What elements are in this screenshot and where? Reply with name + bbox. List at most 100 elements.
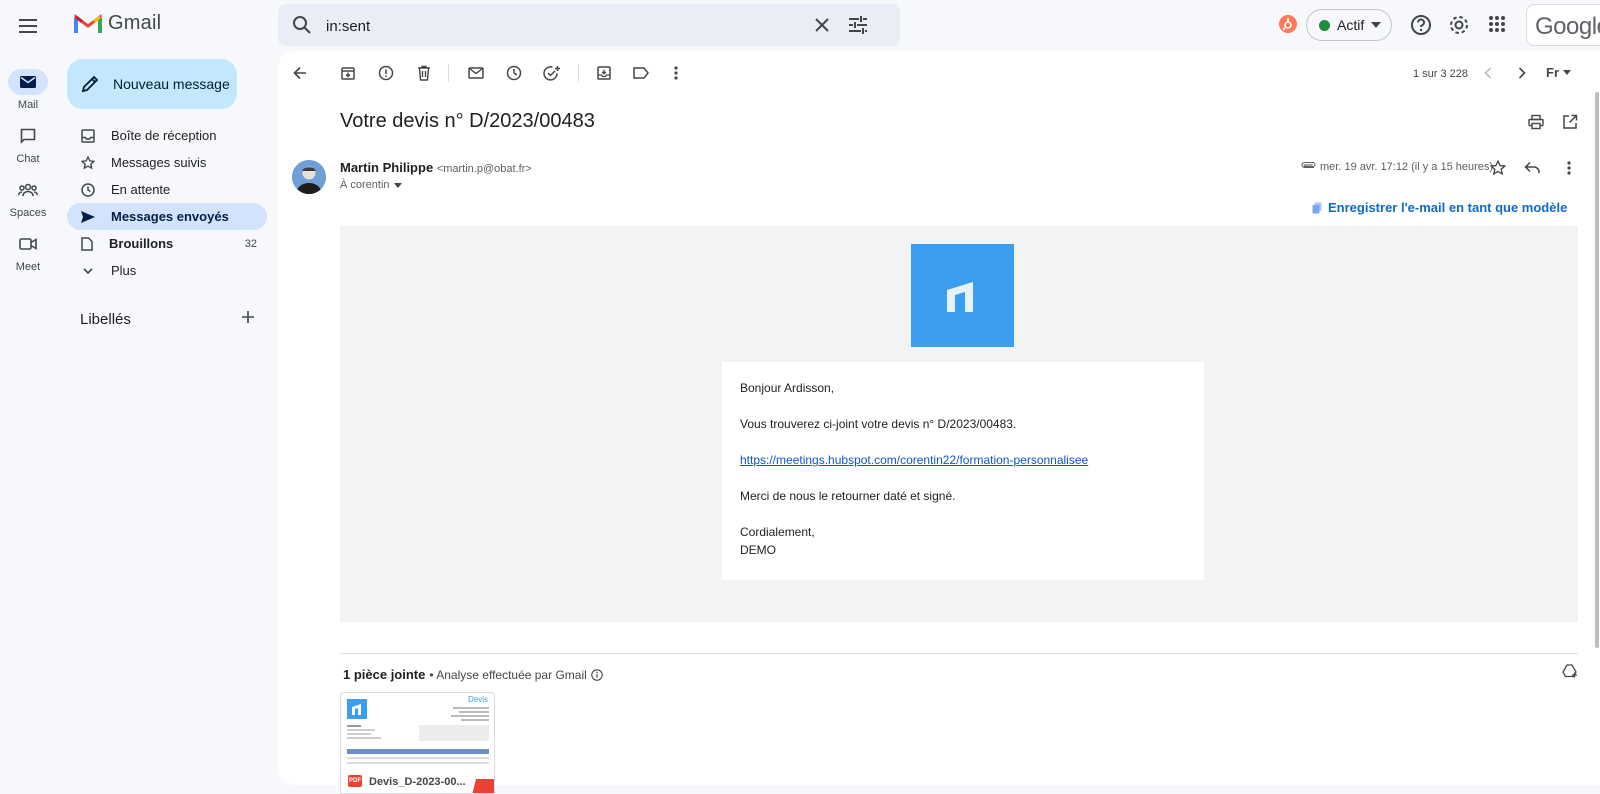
- sender-avatar[interactable]: [292, 160, 326, 194]
- settings-gear-icon[interactable]: [1448, 14, 1470, 36]
- closing-text: Cordialement,: [740, 525, 815, 539]
- rail-spaces-label: Spaces: [9, 207, 47, 219]
- attachments-divider: [340, 653, 1578, 654]
- signature-text: DEMO: [740, 543, 776, 557]
- nav-sent[interactable]: Messages envoyés: [67, 203, 267, 230]
- email-message-card: Bonjour Ardisson, Vous trouverez ci-join…: [722, 362, 1204, 580]
- pencil-icon: [81, 75, 99, 93]
- gmail-logo[interactable]: Gmail: [74, 12, 161, 35]
- open-in-new-window-icon[interactable]: [1562, 114, 1578, 130]
- scan-note: • Analyse effectuée par Gmail: [429, 667, 587, 682]
- booking-link[interactable]: https://meetings.hubspot.com/corentin22/…: [740, 453, 1088, 467]
- delete-trash-icon[interactable]: [413, 62, 435, 84]
- add-label-plus-icon[interactable]: [241, 310, 255, 324]
- compose-button[interactable]: Nouveau message: [67, 59, 237, 109]
- rail-spaces[interactable]: Spaces: [6, 177, 50, 219]
- paperclip-attachment-icon: [1300, 160, 1316, 170]
- rail-meet[interactable]: Meet: [6, 231, 50, 273]
- rail-mail[interactable]: Mail: [6, 69, 50, 111]
- search-icon[interactable]: [292, 15, 312, 35]
- nav-sent-label: Messages envoyés: [111, 209, 229, 224]
- pdf-corner-badge: [472, 779, 494, 793]
- label-tag-icon[interactable]: [630, 62, 652, 84]
- email-date: mer. 19 avr. 17:12 (il y a 15 heures): [1320, 161, 1494, 173]
- add-to-drive-icon[interactable]: [1562, 664, 1578, 678]
- drafts-count: 32: [244, 237, 257, 250]
- pdf-file-icon: PDF: [348, 775, 362, 787]
- save-as-template-link[interactable]: Enregistrer l'e-mail en tant que modèle: [1312, 200, 1567, 215]
- attachment-thumbnail[interactable]: Devis PDF Devis_D-2023-00...: [340, 692, 495, 794]
- more-actions-vertical-dots-icon[interactable]: [665, 62, 687, 84]
- nav-inbox[interactable]: Boîte de réception: [67, 122, 267, 149]
- info-icon[interactable]: [591, 668, 603, 681]
- rail-chat[interactable]: Chat: [6, 123, 50, 165]
- move-to-icon[interactable]: [593, 62, 615, 84]
- clear-search-icon[interactable]: [814, 17, 830, 33]
- status-selector[interactable]: Actif: [1306, 9, 1392, 41]
- help-icon[interactable]: [1410, 14, 1432, 36]
- google-wordmark: Google: [1535, 13, 1600, 40]
- caret-down-icon: [1371, 22, 1382, 28]
- print-icon[interactable]: [1528, 114, 1544, 130]
- message-more-vertical-dots-icon[interactable]: [1567, 161, 1571, 175]
- back-arrow-icon[interactable]: [289, 62, 311, 84]
- greeting-text: Bonjour Ardisson,: [740, 381, 835, 395]
- template-document-icon: [1312, 202, 1322, 214]
- mail-icon: [8, 69, 48, 95]
- main-menu-button[interactable]: [12, 10, 44, 42]
- compose-label: Nouveau message: [113, 76, 230, 92]
- nav-starred-label: Messages suivis: [111, 155, 207, 170]
- body-line-2: Merci de nous le retourner daté et signé…: [740, 489, 956, 503]
- rail-mail-label: Mail: [17, 99, 39, 111]
- mark-unread-envelope-icon[interactable]: [465, 62, 487, 84]
- star-message-icon[interactable]: [1490, 160, 1506, 176]
- report-spam-icon[interactable]: [375, 62, 397, 84]
- nav-starred[interactable]: Messages suivis: [67, 149, 267, 176]
- google-account-button[interactable]: Google: [1526, 4, 1600, 46]
- nav-snoozed[interactable]: En attente: [67, 176, 267, 203]
- app-name: Gmail: [108, 12, 162, 34]
- apps-grid-icon[interactable]: [1488, 15, 1506, 33]
- add-to-tasks-icon[interactable]: [541, 62, 563, 84]
- message-counter: 1 sur 3 228: [1413, 68, 1469, 80]
- labels-heading: Libellés: [80, 311, 131, 328]
- caret-down-icon: [1563, 70, 1571, 75]
- newer-chevron-left-icon[interactable]: [1477, 62, 1499, 84]
- nav-drafts[interactable]: Brouillons 32: [67, 230, 267, 257]
- nav-more[interactable]: Plus: [67, 257, 267, 284]
- toolbar-divider: [448, 64, 449, 82]
- recipient-details-toggle[interactable]: À corentin: [340, 179, 402, 191]
- sender-name[interactable]: Martin Philippe: [340, 160, 433, 175]
- attachments-count: 1 pièce jointe: [343, 667, 426, 682]
- older-chevron-right-icon[interactable]: [1511, 62, 1533, 84]
- toolbar-divider: [578, 64, 579, 82]
- nav-more-label: Plus: [111, 263, 137, 278]
- body-line-1: Vous trouverez ci-joint votre devis n° D…: [740, 417, 1017, 431]
- caret-down-icon: [393, 182, 402, 188]
- preview-heading: Devis: [467, 695, 488, 704]
- status-label: Actif: [1337, 17, 1365, 33]
- star-icon: [81, 155, 95, 170]
- search-bar[interactable]: [278, 4, 900, 46]
- input-language-selector[interactable]: Fr: [1546, 65, 1571, 80]
- rail-meet-label: Meet: [15, 261, 41, 273]
- attachments-header: 1 pièce jointe • Analyse effectuée par G…: [343, 667, 603, 682]
- sender-email: <martin.p@obat.fr>: [436, 163, 532, 175]
- reply-icon[interactable]: [1524, 161, 1540, 174]
- search-input[interactable]: [326, 15, 806, 37]
- clock-icon: [81, 182, 95, 197]
- snooze-clock-icon[interactable]: [503, 62, 525, 84]
- sender-line: Martin Philippe <martin.p@obat.fr>: [340, 160, 532, 175]
- spaces-icon: [8, 177, 48, 203]
- chat-icon: [8, 123, 48, 149]
- chevron-down-icon: [81, 264, 95, 278]
- archive-icon[interactable]: [337, 62, 359, 84]
- inbox-icon: [81, 128, 95, 143]
- attachment-file-name: Devis_D-2023-00...: [369, 776, 466, 788]
- hamburger-icon: [18, 18, 38, 34]
- pdf-preview-image: [347, 699, 489, 764]
- nav-inbox-label: Boîte de réception: [111, 128, 217, 143]
- message-scrollbar[interactable]: [1595, 92, 1599, 648]
- search-options-icon[interactable]: [848, 16, 868, 34]
- hubspot-extension-icon[interactable]: [1278, 14, 1298, 34]
